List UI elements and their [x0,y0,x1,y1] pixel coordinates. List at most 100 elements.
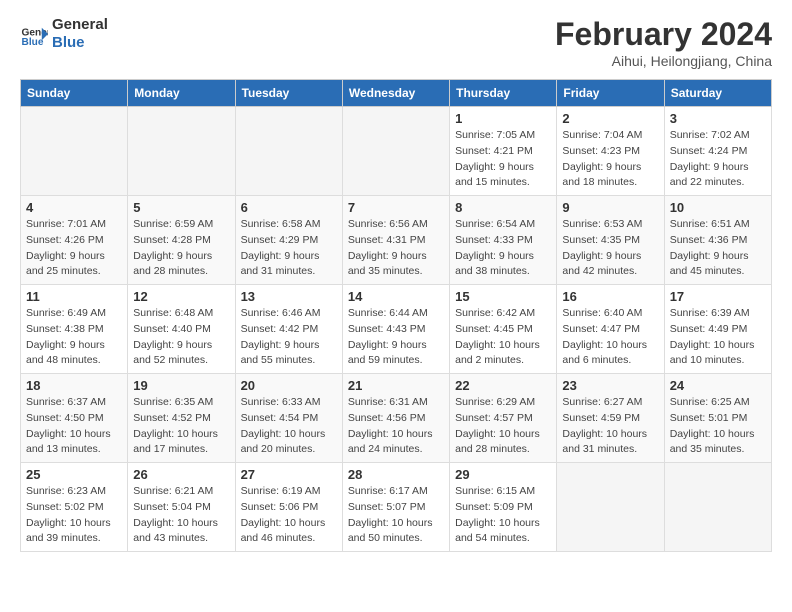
weekday-header-sunday: Sunday [21,80,128,107]
calendar-cell: 1 Sunrise: 7:05 AM Sunset: 4:21 PM Daylig… [450,107,557,196]
day-number: 15 [455,289,551,304]
day-detail: Sunrise: 6:27 AM Sunset: 4:59 PM Dayligh… [562,395,658,458]
calendar-cell: 21 Sunrise: 6:31 AM Sunset: 4:56 PM Dayli… [342,374,449,463]
day-detail: Sunrise: 6:21 AM Sunset: 5:04 PM Dayligh… [133,484,229,547]
calendar-week-row: 4 Sunrise: 7:01 AM Sunset: 4:26 PM Daylig… [21,196,772,285]
calendar-cell: 26 Sunrise: 6:21 AM Sunset: 5:04 PM Dayli… [128,463,235,552]
calendar-week-row: 25 Sunrise: 6:23 AM Sunset: 5:02 PM Dayli… [21,463,772,552]
calendar-cell: 11Sunrise: 6:49 AM Sunset: 4:38 PM Dayli… [21,285,128,374]
day-number: 7 [348,200,444,215]
weekday-header-saturday: Saturday [664,80,771,107]
weekday-header-monday: Monday [128,80,235,107]
day-number: 11 [26,289,122,304]
day-detail: Sunrise: 6:44 AM Sunset: 4:43 PM Dayligh… [348,306,444,369]
day-number: 13 [241,289,337,304]
day-number: 6 [241,200,337,215]
weekday-header-tuesday: Tuesday [235,80,342,107]
calendar-cell: 20 Sunrise: 6:33 AM Sunset: 4:54 PM Dayli… [235,374,342,463]
calendar-cell: 3 Sunrise: 7:02 AM Sunset: 4:24 PM Daylig… [664,107,771,196]
day-detail: Sunrise: 6:31 AM Sunset: 4:56 PM Dayligh… [348,395,444,458]
day-number: 19 [133,378,229,393]
day-detail: Sunrise: 6:46 AM Sunset: 4:42 PM Dayligh… [241,306,337,369]
day-detail: Sunrise: 6:17 AM Sunset: 5:07 PM Dayligh… [348,484,444,547]
day-detail: Sunrise: 6:23 AM Sunset: 5:02 PM Dayligh… [26,484,122,547]
calendar-cell: 12Sunrise: 6:48 AM Sunset: 4:40 PM Dayli… [128,285,235,374]
day-number: 1 [455,111,551,126]
day-detail: Sunrise: 6:40 AM Sunset: 4:47 PM Dayligh… [562,306,658,369]
calendar-cell [342,107,449,196]
calendar-cell: 15 Sunrise: 6:42 AM Sunset: 4:45 PM Dayli… [450,285,557,374]
day-number: 9 [562,200,658,215]
day-detail: Sunrise: 6:48 AM Sunset: 4:40 PM Dayligh… [133,306,229,369]
calendar-cell: 22 Sunrise: 6:29 AM Sunset: 4:57 PM Dayli… [450,374,557,463]
day-number: 17 [670,289,766,304]
day-detail: Sunrise: 6:29 AM Sunset: 4:57 PM Dayligh… [455,395,551,458]
calendar-cell: 2Sunrise: 7:04 AM Sunset: 4:23 PM Daylig… [557,107,664,196]
day-number: 28 [348,467,444,482]
day-detail: Sunrise: 6:19 AM Sunset: 5:06 PM Dayligh… [241,484,337,547]
day-detail: Sunrise: 6:54 AM Sunset: 4:33 PM Dayligh… [455,217,551,280]
calendar-table: SundayMondayTuesdayWednesdayThursdayFrid… [20,79,772,552]
day-number: 3 [670,111,766,126]
day-number: 5 [133,200,229,215]
calendar-cell: 28 Sunrise: 6:17 AM Sunset: 5:07 PM Dayli… [342,463,449,552]
day-number: 10 [670,200,766,215]
day-number: 23 [562,378,658,393]
day-number: 8 [455,200,551,215]
day-number: 26 [133,467,229,482]
calendar-cell: 4 Sunrise: 7:01 AM Sunset: 4:26 PM Daylig… [21,196,128,285]
day-number: 27 [241,467,337,482]
day-detail: Sunrise: 7:04 AM Sunset: 4:23 PM Dayligh… [562,128,658,191]
calendar-cell [664,463,771,552]
calendar-cell: 9Sunrise: 6:53 AM Sunset: 4:35 PM Daylig… [557,196,664,285]
logo-general: General [52,16,108,34]
title-area: February 2024 Aihui, Heilongjiang, China [555,16,772,69]
calendar-cell: 16 Sunrise: 6:40 AM Sunset: 4:47 PM Dayli… [557,285,664,374]
calendar-cell: 13 Sunrise: 6:46 AM Sunset: 4:42 PM Dayli… [235,285,342,374]
day-detail: Sunrise: 6:39 AM Sunset: 4:49 PM Dayligh… [670,306,766,369]
logo-blue: Blue [52,34,108,52]
day-detail: Sunrise: 7:01 AM Sunset: 4:26 PM Dayligh… [26,217,122,280]
page-header: General Blue General Blue February 2024 … [20,16,772,69]
calendar-cell: 8 Sunrise: 6:54 AM Sunset: 4:33 PM Daylig… [450,196,557,285]
day-number: 25 [26,467,122,482]
calendar-cell: 6 Sunrise: 6:58 AM Sunset: 4:29 PM Daylig… [235,196,342,285]
calendar-cell: 29Sunrise: 6:15 AM Sunset: 5:09 PM Dayli… [450,463,557,552]
calendar-week-row: 11Sunrise: 6:49 AM Sunset: 4:38 PM Dayli… [21,285,772,374]
day-detail: Sunrise: 6:51 AM Sunset: 4:36 PM Dayligh… [670,217,766,280]
calendar-cell [557,463,664,552]
calendar-week-row: 18 Sunrise: 6:37 AM Sunset: 4:50 PM Dayli… [21,374,772,463]
calendar-cell: 27 Sunrise: 6:19 AM Sunset: 5:06 PM Dayli… [235,463,342,552]
calendar-cell [235,107,342,196]
calendar-cell: 23 Sunrise: 6:27 AM Sunset: 4:59 PM Dayli… [557,374,664,463]
day-number: 18 [26,378,122,393]
day-detail: Sunrise: 6:42 AM Sunset: 4:45 PM Dayligh… [455,306,551,369]
day-detail: Sunrise: 7:02 AM Sunset: 4:24 PM Dayligh… [670,128,766,191]
weekday-header-thursday: Thursday [450,80,557,107]
day-number: 22 [455,378,551,393]
day-detail: Sunrise: 6:33 AM Sunset: 4:54 PM Dayligh… [241,395,337,458]
day-number: 20 [241,378,337,393]
page-title: February 2024 [555,16,772,53]
svg-text:Blue: Blue [22,37,44,48]
day-number: 14 [348,289,444,304]
day-number: 21 [348,378,444,393]
weekday-header-wednesday: Wednesday [342,80,449,107]
calendar-cell [21,107,128,196]
calendar-cell: 18 Sunrise: 6:37 AM Sunset: 4:50 PM Dayli… [21,374,128,463]
weekday-header-row: SundayMondayTuesdayWednesdayThursdayFrid… [21,80,772,107]
day-detail: Sunrise: 6:37 AM Sunset: 4:50 PM Dayligh… [26,395,122,458]
day-number: 4 [26,200,122,215]
calendar-cell: 10 Sunrise: 6:51 AM Sunset: 4:36 PM Dayli… [664,196,771,285]
day-detail: Sunrise: 6:59 AM Sunset: 4:28 PM Dayligh… [133,217,229,280]
calendar-cell [128,107,235,196]
calendar-cell: 19Sunrise: 6:35 AM Sunset: 4:52 PM Dayli… [128,374,235,463]
day-detail: Sunrise: 6:56 AM Sunset: 4:31 PM Dayligh… [348,217,444,280]
calendar-cell: 7 Sunrise: 6:56 AM Sunset: 4:31 PM Daylig… [342,196,449,285]
calendar-cell: 14 Sunrise: 6:44 AM Sunset: 4:43 PM Dayli… [342,285,449,374]
day-number: 24 [670,378,766,393]
day-number: 16 [562,289,658,304]
logo: General Blue General Blue [20,16,108,52]
day-detail: Sunrise: 7:05 AM Sunset: 4:21 PM Dayligh… [455,128,551,191]
day-detail: Sunrise: 6:58 AM Sunset: 4:29 PM Dayligh… [241,217,337,280]
